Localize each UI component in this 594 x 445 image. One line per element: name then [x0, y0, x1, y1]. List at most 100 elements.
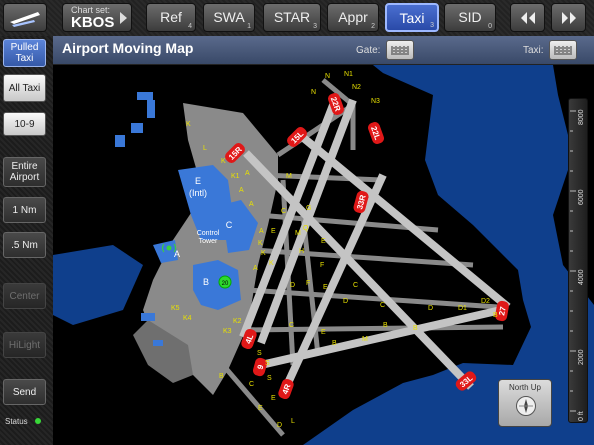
north-up-label: North Up [508, 383, 541, 392]
building [131, 123, 143, 133]
taxi-keyboard-button[interactable] [549, 40, 577, 60]
send-button[interactable]: Send [3, 379, 46, 405]
top-toolbar: Chart set: KBOS Ref 4 SWA 1 STAR 3 Appr … [0, 0, 594, 36]
taxiway-label: C [281, 208, 286, 215]
taxiway-label: C [249, 381, 254, 388]
page-title: Airport Moving Map [62, 40, 194, 56]
north-up-button[interactable]: North Up [498, 379, 552, 427]
taxiway-label: B [219, 373, 224, 380]
tab-count: 0 [488, 23, 492, 30]
building [115, 135, 125, 147]
scale-tick: 8000 [578, 109, 585, 125]
taxiway-label: M [286, 173, 292, 180]
tab-count: 1 [247, 23, 251, 30]
keyboard-icon [554, 46, 572, 55]
taxiway-label: K2 [233, 318, 242, 325]
taxiway-label: A [239, 187, 244, 194]
app-logo-button[interactable] [3, 3, 47, 32]
taxiway-label: K [221, 158, 226, 165]
gate-label: Gate: [356, 45, 381, 56]
taxiway-label: M [295, 230, 301, 237]
scale-tick: 2000 [578, 349, 585, 365]
taxiway-label: Q [303, 225, 309, 232]
taxiway-label: C [380, 302, 385, 309]
taxiway-label: N [311, 89, 316, 96]
tab-count: 2 [371, 23, 375, 30]
tab-count: 3 [313, 23, 317, 30]
center-button[interactable]: Center [3, 283, 46, 309]
taxiway-label: D [428, 305, 433, 312]
taxiway-label: A [259, 228, 264, 235]
taxiway-label: B [493, 312, 498, 319]
tab-label: Appr [338, 9, 368, 25]
zoom-1nm-button[interactable]: 1 Nm [3, 197, 46, 223]
taxiway-label: D [277, 422, 282, 429]
distance-scale: 8000 6000 4000 2000 0 ft [568, 98, 588, 423]
taxiway-label: B [383, 322, 388, 329]
tab-taxi[interactable]: Taxi 3 [385, 3, 439, 32]
taxiway-label: E [271, 228, 276, 235]
taxiway-label: E [321, 329, 326, 336]
chevron-right-icon [120, 12, 127, 24]
taxiway-label: G [306, 205, 311, 212]
taxiway-label: N [325, 73, 330, 80]
taxiway-label: E [271, 395, 276, 402]
terminal-label: B [203, 277, 209, 287]
taxiway-label: L [291, 418, 295, 425]
tab-appr[interactable]: Appr 2 [327, 3, 379, 32]
next-button[interactable] [551, 3, 586, 32]
compass-icon [516, 396, 536, 416]
taxiway-label: K4 [183, 315, 192, 322]
taxi-label: Taxi: [523, 45, 544, 56]
taxiway-label: A [249, 201, 254, 208]
terminal-label: (Intl) [189, 188, 207, 198]
taxiway-label: S [265, 360, 270, 367]
chart-10-9-button[interactable]: 10-9 [3, 112, 46, 136]
scale-tick: 6000 [578, 189, 585, 205]
taxiway-label: K [258, 240, 263, 247]
title-bar: Airport Moving Map Gate: Taxi: [53, 36, 594, 70]
tab-count: 3 [430, 22, 434, 29]
taxiway-label: K [261, 250, 266, 257]
building [153, 340, 163, 346]
tower-label: Control [197, 230, 220, 237]
tab-swa[interactable]: SWA 1 [203, 3, 255, 32]
taxiway-label: A [253, 265, 258, 272]
tab-sid[interactable]: SID 0 [444, 3, 496, 32]
hilight-button[interactable]: HiLight [3, 332, 46, 358]
tab-label: SWA [213, 9, 245, 25]
status-label: Status [5, 417, 28, 426]
building [147, 100, 155, 118]
double-chevron-left-icon [520, 12, 535, 24]
taxiway-label: K [186, 121, 191, 128]
entire-airport-button[interactable]: Entire Airport [3, 157, 46, 187]
taxiway-label: N3 [371, 98, 380, 105]
tab-ref[interactable]: Ref 4 [146, 3, 196, 32]
building [137, 92, 153, 100]
tab-star[interactable]: STAR 3 [263, 3, 321, 32]
taxiway-label: D2 [481, 298, 490, 305]
taxiway-label: D1 [458, 305, 467, 312]
terminal-label: C [226, 220, 233, 230]
taxiway-label: C [353, 282, 358, 289]
tower-label: Tower [199, 238, 218, 245]
scale-tick: 0 ft [578, 411, 585, 421]
gate-keyboard-button[interactable] [386, 40, 414, 60]
tab-label: Taxi [399, 10, 425, 26]
taxiway-label: S [267, 375, 272, 382]
taxiway-label: H [299, 248, 304, 255]
chart-set-button[interactable]: Chart set: KBOS [62, 3, 132, 32]
taxiway-label: K5 [171, 305, 180, 312]
pulled-taxi-button[interactable]: Pulled Taxi [3, 39, 46, 67]
taxiway-label: F [306, 280, 310, 287]
zoom-05nm-button[interactable]: .5 Nm [3, 232, 46, 258]
all-taxi-button[interactable]: All Taxi [3, 74, 46, 102]
taxiway-label: B [332, 340, 337, 347]
taxiway-label: N2 [352, 84, 361, 91]
logo-icon [10, 12, 40, 27]
taxiway-label: N1 [344, 71, 353, 78]
taxiway-label: M [362, 336, 368, 343]
previous-button[interactable] [510, 3, 545, 32]
taxiway-label: A [245, 170, 250, 177]
taxiway-label: E [258, 405, 263, 412]
